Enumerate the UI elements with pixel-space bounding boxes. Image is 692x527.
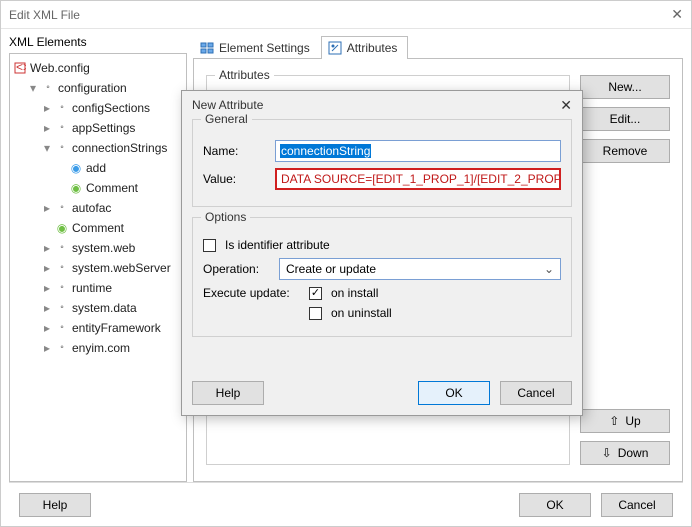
- element-icon: ◦: [56, 238, 68, 258]
- xml-elements-label: XML Elements: [9, 35, 187, 49]
- svg-text:<>: <>: [16, 62, 26, 74]
- down-button[interactable]: ⇩Down: [580, 441, 670, 465]
- ok-button[interactable]: OK: [519, 493, 591, 517]
- tree-item[interactable]: ▸◦runtime: [42, 278, 184, 298]
- element-icon: ◦: [56, 258, 68, 278]
- element-icon: ◦: [42, 78, 54, 98]
- remove-button[interactable]: Remove: [580, 139, 670, 163]
- tree-item-connectionstrings[interactable]: ▾◦connectionStrings: [42, 138, 184, 158]
- element-icon: ◦: [56, 338, 68, 358]
- tree-item[interactable]: ▸◦system.webServer: [42, 258, 184, 278]
- tree-item[interactable]: ▸◦entityFramework: [42, 318, 184, 338]
- new-attribute-dialog: New Attribute ✕ General Name: connection…: [181, 90, 583, 416]
- dialog-cancel-button[interactable]: Cancel: [500, 381, 572, 405]
- execute-label: Execute update:: [203, 286, 293, 300]
- attributes-legend: Attributes: [215, 68, 274, 82]
- up-icon: ⇧: [609, 414, 619, 428]
- close-icon[interactable]: ✕: [560, 97, 572, 114]
- tree-item-add[interactable]: ◉add: [56, 158, 184, 178]
- on-install-checkbox[interactable]: on install: [309, 286, 392, 300]
- checkbox-icon: [309, 307, 322, 320]
- element-icon: ◦: [56, 138, 68, 158]
- window-title: Edit XML File: [9, 8, 643, 22]
- on-uninstall-checkbox[interactable]: on uninstall: [309, 306, 392, 320]
- tree-item-comment[interactable]: ◉Comment: [56, 178, 184, 198]
- expand-icon[interactable]: ▸: [42, 98, 52, 118]
- close-icon[interactable]: ✕: [643, 6, 683, 23]
- edit-button[interactable]: Edit...: [580, 107, 670, 131]
- dialog-help-button[interactable]: Help: [192, 381, 264, 405]
- down-icon: ⇩: [602, 446, 612, 460]
- dialog-title: New Attribute: [192, 98, 560, 112]
- comment-icon: ◉: [70, 178, 82, 198]
- attributes-icon: [328, 41, 342, 55]
- expand-icon[interactable]: ▸: [42, 118, 52, 138]
- settings-icon: [200, 41, 214, 55]
- title-bar: Edit XML File ✕: [1, 1, 691, 29]
- operation-select[interactable]: Create or update ⌄: [279, 258, 561, 280]
- element-icon: ◦: [56, 118, 68, 138]
- tree-item-configuration[interactable]: ▾ ◦ configuration: [28, 78, 184, 98]
- cancel-button[interactable]: Cancel: [601, 493, 673, 517]
- tree-item[interactable]: ▸◦enyim.com: [42, 338, 184, 358]
- element-icon: ◦: [56, 318, 68, 338]
- value-label: Value:: [203, 172, 263, 186]
- expand-icon[interactable]: ▸: [42, 238, 52, 258]
- checkbox-icon: [309, 287, 322, 300]
- element-icon: ◦: [56, 98, 68, 118]
- value-input[interactable]: DATA SOURCE=[EDIT_1_PROP_1]/[EDIT_2_PROP…: [275, 168, 561, 190]
- tree-item[interactable]: ▸◦appSettings: [42, 118, 184, 138]
- collapse-icon[interactable]: ▾: [28, 78, 38, 98]
- expand-icon[interactable]: ▸: [42, 338, 52, 358]
- name-label: Name:: [203, 144, 263, 158]
- expand-icon[interactable]: ▸: [42, 198, 52, 218]
- name-input[interactable]: connectionString: [275, 140, 561, 162]
- element-icon: ◦: [56, 298, 68, 318]
- expand-icon[interactable]: ▸: [42, 318, 52, 338]
- element-icon: ◉: [70, 158, 82, 178]
- expand-icon[interactable]: ▸: [42, 278, 52, 298]
- operation-label: Operation:: [203, 262, 267, 276]
- tree-item[interactable]: ▸◦system.web: [42, 238, 184, 258]
- identifier-checkbox[interactable]: Is identifier attribute: [203, 238, 330, 252]
- expand-icon[interactable]: ▸: [42, 258, 52, 278]
- options-group: Options Is identifier attribute Operatio…: [192, 217, 572, 337]
- checkbox-icon: [203, 239, 216, 252]
- general-group: General Name: connectionString Value: DA…: [192, 119, 572, 207]
- help-button[interactable]: Help: [19, 493, 91, 517]
- chevron-down-icon: ⌄: [544, 262, 554, 276]
- element-icon: ◦: [56, 198, 68, 218]
- tabs: Element Settings Attributes: [193, 35, 683, 59]
- tree-item[interactable]: ▸◦configSections: [42, 98, 184, 118]
- tree-item[interactable]: ▸◦autofac: [42, 198, 184, 218]
- up-button[interactable]: ⇧Up: [580, 409, 670, 433]
- dialog-ok-button[interactable]: OK: [418, 381, 490, 405]
- collapse-icon[interactable]: ▾: [42, 138, 52, 158]
- general-legend: General: [201, 112, 252, 126]
- comment-icon: ◉: [56, 218, 68, 238]
- xml-elements-tree[interactable]: <> Web.config ▾ ◦ configuration: [9, 53, 187, 482]
- tab-attributes[interactable]: Attributes: [321, 36, 409, 59]
- element-icon: ◦: [56, 278, 68, 298]
- tree-item-comment[interactable]: ◉Comment: [42, 218, 184, 238]
- new-button[interactable]: New...: [580, 75, 670, 99]
- expand-icon[interactable]: ▸: [42, 298, 52, 318]
- file-icon: <>: [14, 62, 26, 74]
- tree-root[interactable]: <> Web.config: [14, 58, 184, 78]
- options-legend: Options: [201, 210, 250, 224]
- tab-element-settings[interactable]: Element Settings: [193, 36, 321, 59]
- tree-item[interactable]: ▸◦system.data: [42, 298, 184, 318]
